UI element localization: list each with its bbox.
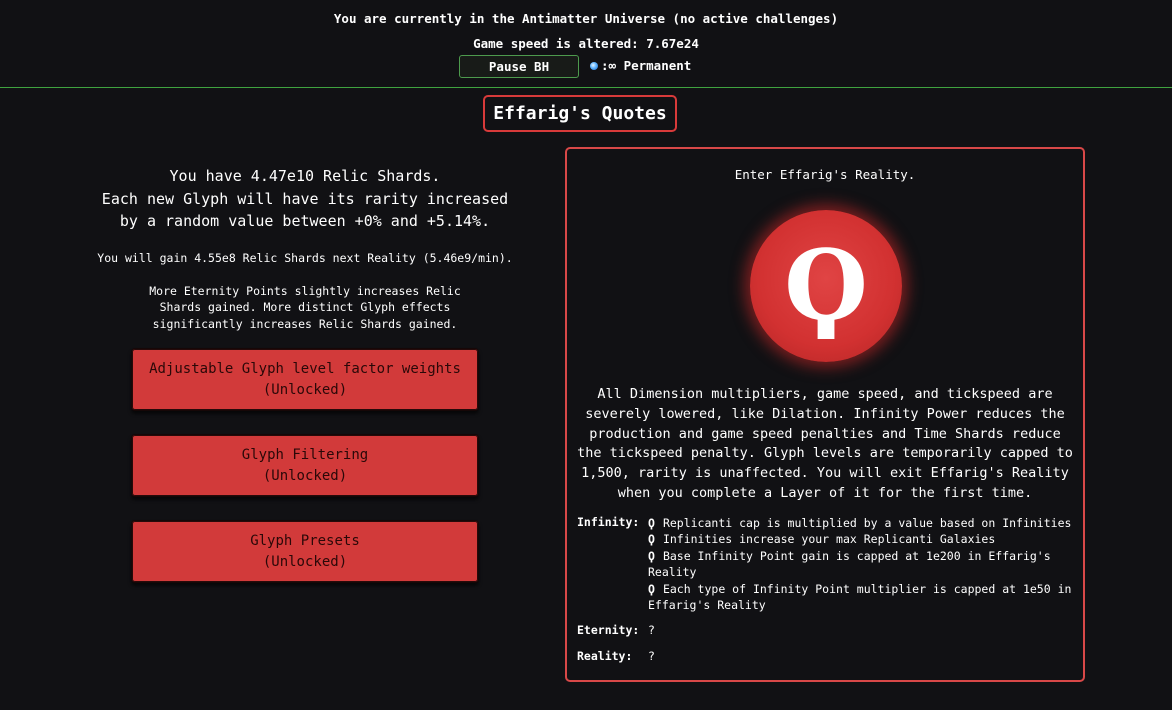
reality-description: All Dimension multipliers, game speed, a…: [577, 386, 1073, 501]
pause-bh-button[interactable]: Pause BH: [459, 55, 579, 78]
effarig-symbol-icon: Ϙ: [750, 210, 902, 362]
relic-shard-gain: You will gain 4.55e8 Relic Shards next R…: [97, 250, 513, 265]
game-speed-status: Game speed is altered: 7.67e24: [473, 36, 699, 51]
header-bar: You are currently in the Antimatter Univ…: [0, 0, 1172, 88]
enter-reality-button[interactable]: Ϙ: [750, 210, 902, 362]
rarity-line-2: by a random value between +0% and +5.14%…: [119, 212, 491, 230]
reward-item: Ϙ Each type of Infinity Point multiplier …: [648, 581, 1073, 614]
black-hole-status-text: :∞ Permanent: [601, 58, 692, 73]
reality-unknown: ?: [648, 649, 655, 663]
unlock-status: (Unlocked): [262, 467, 348, 484]
eternity-rewards: Eternity: ?: [577, 623, 655, 637]
relic-shard-explanation: More Eternity Points slightly increases …: [149, 283, 461, 331]
reward-text: Base Infinity Point gain is capped at 1e…: [648, 548, 1051, 580]
effarig-reality-panel: Enter Effarig's Reality. Ϙ All Dimension…: [565, 147, 1085, 682]
black-hole-icon: [590, 61, 598, 70]
unlock-status: (Unlocked): [262, 381, 348, 398]
reality-value: ?: [648, 649, 655, 663]
reward-item: Ϙ Base Infinity Point gain is capped at 1…: [648, 548, 1073, 581]
effarig-quotes-button[interactable]: Effarig's Quotes: [483, 95, 677, 132]
black-hole-status: :∞ Permanent: [590, 58, 691, 73]
infinity-label: Infinity:: [577, 515, 640, 529]
rarity-line-1: Each new Glyph will have its rarity incr…: [101, 189, 509, 208]
unlock-label: Adjustable Glyph level factor weights: [149, 360, 461, 377]
enter-reality-label: Enter Effarig's Reality.: [734, 167, 916, 182]
effarig-symbol-icon: Ϙ: [648, 548, 655, 563]
unlock-label: Glyph Presets: [250, 532, 360, 549]
reality-rewards: Infinity: Ϙ Replicanti cap is multiplied …: [577, 515, 1073, 663]
reward-item: Ϙ Infinities increase your max Replicanti…: [648, 531, 1073, 547]
infinity-reward-list: Ϙ Replicanti cap is multiplied by a value…: [648, 515, 1073, 613]
eternity-unknown: ?: [648, 623, 655, 637]
infinity-rewards: Infinity: Ϙ Replicanti cap is multiplied …: [577, 515, 1073, 613]
relic-shard-count: You have 4.47e10 Relic Shards.: [169, 167, 441, 185]
effarig-symbol-icon: Ϙ: [648, 581, 655, 596]
unlock-status: (Unlocked): [262, 553, 348, 570]
reward-text: Each type of Infinity Point multiplier i…: [648, 581, 1072, 613]
relic-shard-summary: You have 4.47e10 Relic Shards. Each new …: [75, 165, 535, 233]
unlock-label: Glyph Filtering: [241, 446, 369, 463]
eternity-label: Eternity:: [577, 623, 640, 637]
relic-shard-info: You have 4.47e10 Relic Shards. Each new …: [75, 165, 535, 332]
reward-text: Replicanti cap is multiplied by a value …: [662, 516, 1072, 530]
reality-rewards-row: Reality: ?: [577, 649, 655, 663]
effarig-symbol-icon: Ϙ: [648, 532, 655, 547]
eternity-value: ?: [648, 623, 655, 637]
effarig-symbol-icon: Ϙ: [648, 516, 655, 530]
reality-label: Reality:: [577, 649, 633, 663]
glyph-presets-unlock[interactable]: Glyph Presets (Unlocked): [131, 520, 479, 583]
reward-text: Infinities increase your max Replicanti …: [662, 532, 996, 547]
glyph-level-weights-unlock[interactable]: Adjustable Glyph level factor weights (U…: [131, 348, 479, 411]
glyph-filtering-unlock[interactable]: Glyph Filtering (Unlocked): [131, 434, 479, 497]
universe-status: You are currently in the Antimatter Univ…: [333, 11, 839, 26]
reward-item: Ϙ Replicanti cap is multiplied by a value…: [648, 515, 1073, 531]
